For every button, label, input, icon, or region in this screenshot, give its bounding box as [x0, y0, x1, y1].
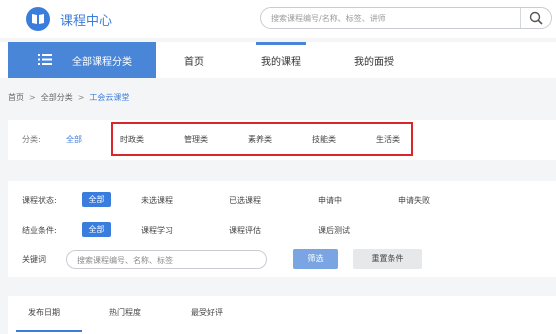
breadcrumb-home[interactable]: 首页 [8, 92, 24, 103]
global-search-input[interactable] [271, 11, 521, 25]
top-header: 课程中心 [0, 0, 556, 38]
category-life[interactable]: 生活类 [376, 134, 400, 145]
sort-active-indicator [16, 330, 82, 332]
status-option-failed[interactable]: 申请失败 [398, 195, 430, 206]
category-all[interactable]: 全部 [66, 134, 82, 145]
category-label: 分类: [22, 135, 41, 144]
category-skills[interactable]: 技能类 [312, 134, 336, 145]
list-menu-icon [38, 54, 52, 65]
all-categories-button[interactable]: 全部课程分类 [8, 42, 156, 78]
completion-option-study[interactable]: 课程学习 [141, 225, 173, 236]
tab-my-courses[interactable]: 我的课程 [261, 53, 301, 68]
breadcrumb-all-categories[interactable]: 全部分类 [41, 92, 73, 103]
main-nav: 全部课程分类 首页 我的课程 我的面授 [0, 42, 556, 78]
breadcrumb: 首页 > 全部分类 > 工会云课堂 [8, 92, 129, 103]
global-search-box [260, 7, 552, 29]
course-filters: 课程状态: 全部 未选课程 已选课程 申请中 申请失败 结业条件: 全部 课程学… [8, 181, 556, 277]
search-icon [529, 11, 543, 25]
completion-label: 结业条件: [22, 226, 57, 235]
sort-bar: 发布日期 热门程度 最受好评 [8, 296, 556, 334]
site-title: 课程中心 [60, 14, 113, 29]
completion-option-test[interactable]: 课后测试 [318, 225, 350, 236]
keyword-input[interactable] [77, 254, 257, 266]
sort-tab-popularity[interactable]: 热门程度 [109, 307, 141, 318]
status-all-chip[interactable]: 全部 [82, 192, 111, 207]
tab-home[interactable]: 首页 [184, 53, 204, 68]
keyword-input-box [66, 250, 267, 269]
global-search-button[interactable] [520, 8, 550, 28]
sort-tab-top-rated[interactable]: 最受好评 [191, 307, 223, 318]
status-label: 课程状态: [22, 196, 57, 205]
tab-active-indicator [256, 42, 306, 45]
keyword-label: 关键词 [22, 255, 46, 264]
status-option-unselected[interactable]: 未选课程 [141, 195, 173, 206]
category-politics[interactable]: 时政类 [120, 134, 144, 145]
breadcrumb-separator: > [77, 93, 85, 102]
reset-button[interactable]: 重置条件 [353, 249, 422, 269]
category-management[interactable]: 管理类 [184, 134, 208, 145]
filter-button[interactable]: 筛选 [293, 249, 338, 269]
status-option-applying[interactable]: 申请中 [318, 195, 342, 206]
completion-all-chip[interactable]: 全部 [82, 222, 111, 237]
status-option-selected[interactable]: 已选课程 [229, 195, 261, 206]
completion-option-evaluation[interactable]: 课程评估 [229, 225, 261, 236]
all-categories-label: 全部课程分类 [72, 57, 132, 68]
breadcrumb-current: 工会云课堂 [89, 93, 130, 102]
category-filter: 分类: 全部 时政类 管理类 素养类 技能类 生活类 [8, 120, 556, 160]
book-icon [32, 14, 44, 24]
tab-my-face-to-face[interactable]: 我的面授 [354, 53, 394, 68]
breadcrumb-separator: > [29, 93, 36, 102]
category-literacy[interactable]: 素养类 [248, 134, 272, 145]
sort-tab-publish-date[interactable]: 发布日期 [28, 307, 60, 318]
course-center-logo[interactable] [26, 7, 50, 31]
